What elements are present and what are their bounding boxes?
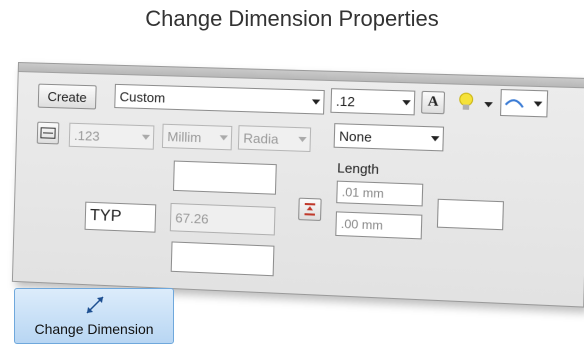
chevron-down-icon [430, 136, 440, 142]
dimension-prefix-field[interactable]: TYP [84, 201, 157, 233]
style-dropdown[interactable]: Custom [114, 83, 325, 115]
upper-tolerance-field[interactable]: .01 mm [336, 180, 424, 207]
dimension-line-icon [40, 127, 56, 139]
units-dropdown[interactable]: Millim [161, 123, 233, 151]
chevron-down-icon [219, 135, 228, 141]
font-icon-glyph: A [427, 94, 439, 110]
chevron-down-icon [298, 136, 307, 143]
page-title: Change Dimension Properties [145, 6, 439, 31]
tolerance-icon [302, 202, 317, 217]
tolerance-type-dropdown[interactable]: None [333, 123, 445, 152]
font-icon[interactable]: A [421, 90, 446, 115]
lower-tolerance-field[interactable]: .00 mm [335, 211, 423, 240]
panel-body: Create Custom .12 A .123 Millim Radia No… [11, 62, 584, 308]
precision-dropdown[interactable]: .123 [68, 122, 155, 150]
style-dropdown-value: Custom [119, 88, 166, 106]
suffix-bottom-field[interactable] [170, 241, 275, 277]
chevron-down-icon [141, 134, 151, 140]
panel-title-bar [18, 63, 584, 89]
create-button-label: Create [47, 88, 87, 105]
change-dimension-label: Change Dimension [34, 321, 154, 337]
line-style-dropdown[interactable] [499, 89, 549, 118]
create-button[interactable]: Create [37, 83, 97, 110]
change-dimension-button[interactable]: Change Dimension [14, 288, 174, 344]
change-dimension-icon [86, 296, 104, 314]
suffix-field[interactable] [436, 198, 504, 231]
precision-value: .123 [73, 127, 100, 144]
dimension-value-field[interactable]: 67.26 [169, 202, 276, 236]
tolerance-stack-icon[interactable] [298, 197, 322, 222]
text-size-value: .12 [335, 92, 356, 109]
lightbulb-icon [455, 89, 493, 110]
angle-units-value: Radia [243, 129, 279, 147]
upper-tolerance-value: .01 mm [341, 184, 385, 201]
prefix-value: TYP [89, 206, 122, 226]
length-label: Length [336, 160, 380, 178]
leader-line-icon [501, 90, 543, 116]
angle-units-dropdown[interactable]: Radia [237, 125, 312, 153]
text-size-dropdown[interactable]: .12 [330, 88, 416, 116]
dimension-value: 67.26 [175, 209, 209, 227]
units-value: Millim [167, 128, 202, 145]
chevron-down-icon [311, 99, 321, 105]
bulb-dropdown[interactable] [455, 89, 499, 117]
tolerance-type-value: None [338, 127, 373, 145]
prefix-top-field[interactable] [172, 160, 277, 195]
chevron-down-icon [402, 100, 411, 106]
lower-tolerance-value: .00 mm [340, 216, 384, 233]
dimension-style-icon[interactable] [36, 121, 60, 145]
